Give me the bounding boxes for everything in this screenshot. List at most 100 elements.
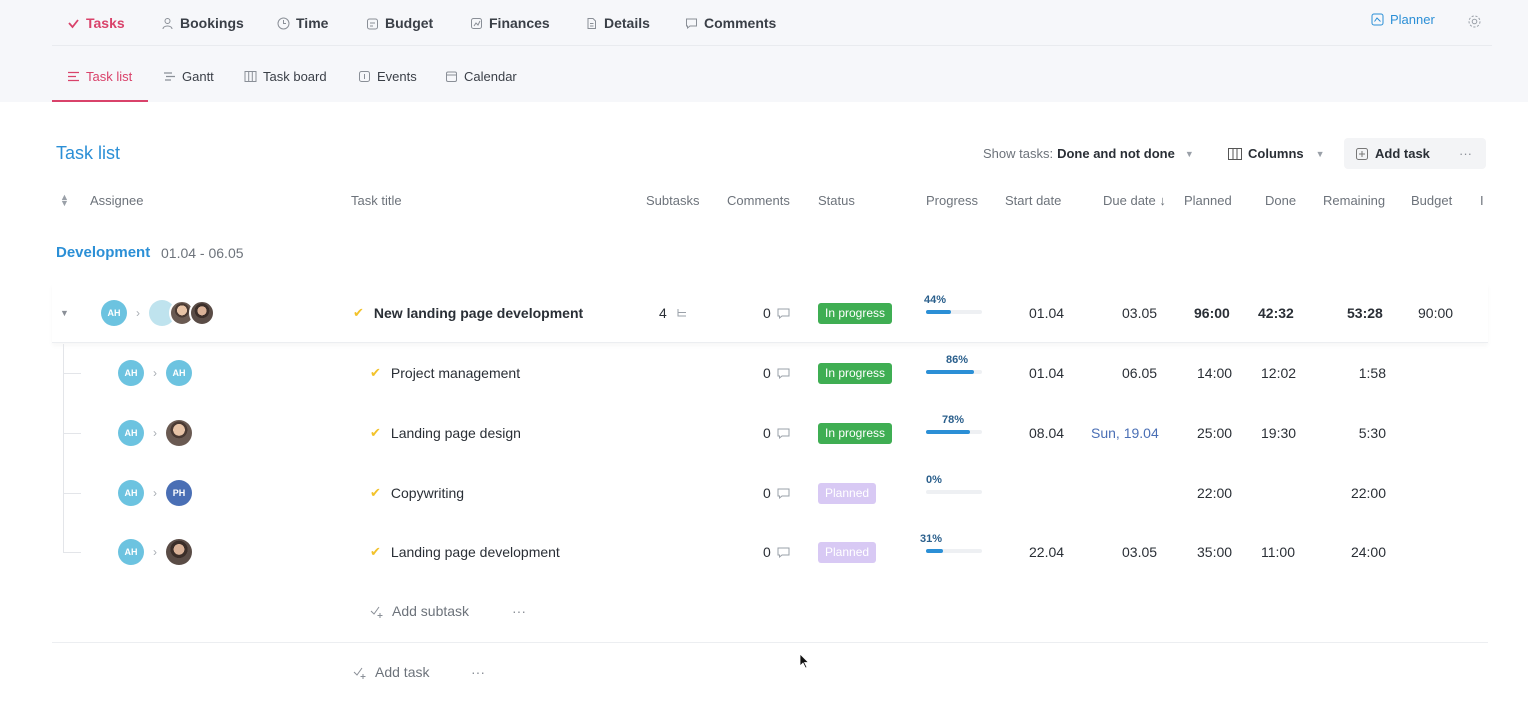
col-status[interactable]: Status — [818, 193, 855, 208]
more-options-icon[interactable]: ··· — [512, 603, 526, 619]
task-title[interactable]: Landing page design — [391, 425, 521, 441]
subtask-row[interactable]: AH › ✔ Landing page design 0 In progress… — [52, 403, 1488, 463]
title-cell[interactable]: ✔ Project management — [370, 343, 520, 403]
status-cell[interactable]: In progress — [818, 283, 893, 343]
remaining-cell[interactable]: 53:28 — [1347, 283, 1383, 343]
assignee-cell[interactable]: AH › — [118, 403, 192, 463]
title-cell[interactable]: ✔ Copywriting — [370, 463, 464, 523]
planned-cell[interactable]: 22:00 — [1197, 463, 1232, 523]
check-icon[interactable]: ✔ — [370, 544, 381, 560]
nav-finances[interactable]: Finances — [470, 12, 550, 34]
more-options-icon[interactable]: ··· — [471, 664, 485, 680]
tab-events[interactable]: Events — [358, 66, 417, 86]
start-date-cell[interactable]: 01.04 — [1029, 343, 1064, 403]
sort-icon[interactable]: ▲ ▼ — [60, 193, 69, 208]
done-cell[interactable]: 19:30 — [1261, 403, 1296, 463]
status-cell[interactable]: Planned — [818, 522, 877, 582]
start-date-cell[interactable]: 22.04 — [1029, 522, 1064, 582]
planned-cell[interactable]: 14:00 — [1197, 343, 1232, 403]
col-progress[interactable]: Progress — [926, 193, 978, 208]
nav-details[interactable]: Details — [585, 12, 650, 34]
nav-time[interactable]: Time — [277, 12, 328, 34]
col-remaining[interactable]: Remaining — [1323, 193, 1385, 208]
subtasks-cell[interactable]: 4 — [659, 283, 688, 343]
budget-cell[interactable]: 90:00 — [1418, 283, 1453, 343]
col-start-date[interactable]: Start date — [1005, 193, 1061, 208]
status-badge[interactable]: In progress — [818, 302, 893, 324]
due-date-cell[interactable]: 06.05 — [1122, 343, 1157, 403]
comments-cell[interactable]: 0 — [763, 463, 790, 523]
comments-cell[interactable]: 0 — [763, 283, 790, 343]
tab-calendar[interactable]: Calendar — [445, 66, 517, 86]
subtask-row[interactable]: AH › PH ✔ Copywriting 0 Planned 0% 22:00 — [52, 463, 1488, 523]
remaining-cell[interactable]: 5:30 — [1359, 403, 1386, 463]
assignee-cell[interactable]: AH › — [101, 283, 215, 343]
done-cell[interactable]: 12:02 — [1261, 343, 1296, 403]
assignee-cell[interactable]: AH › PH — [118, 463, 192, 523]
planned-cell[interactable]: 35:00 — [1197, 522, 1232, 582]
remaining-cell[interactable]: 24:00 — [1351, 522, 1386, 582]
planned-cell[interactable]: 96:00 — [1194, 283, 1230, 343]
status-badge[interactable]: In progress — [818, 422, 893, 444]
done-cell[interactable]: 11:00 — [1261, 522, 1295, 582]
col-assignee[interactable]: Assignee — [90, 193, 143, 208]
task-title[interactable]: New landing page development — [374, 305, 583, 321]
gear-icon[interactable] — [1467, 14, 1482, 29]
more-options-icon[interactable]: ··· — [1459, 146, 1472, 161]
col-more[interactable]: I — [1480, 193, 1484, 208]
subtask-row[interactable]: AH › ✔ Landing page development 0 Planne… — [52, 522, 1488, 582]
task-title[interactable]: Copywriting — [391, 485, 464, 501]
task-title[interactable]: Landing page development — [391, 544, 560, 560]
nav-comments[interactable]: Comments — [685, 12, 776, 34]
add-subtask-button[interactable]: Add subtask — [370, 603, 469, 619]
col-due-date[interactable]: Due date ↓ — [1103, 193, 1166, 208]
col-done[interactable]: Done — [1265, 193, 1296, 208]
status-badge[interactable]: Planned — [818, 541, 877, 563]
nav-budget[interactable]: Budget — [366, 12, 433, 34]
task-row[interactable]: ▼ AH › ✔ New landing page development 4 … — [52, 283, 1488, 343]
remaining-cell[interactable]: 22:00 — [1351, 463, 1386, 523]
col-planned[interactable]: Planned — [1184, 193, 1232, 208]
comments-cell[interactable]: 0 — [763, 403, 790, 463]
nav-bookings[interactable]: Bookings — [161, 12, 244, 34]
nav-tasks[interactable]: Tasks — [67, 12, 125, 34]
assignee-cell[interactable]: AH › AH — [118, 343, 192, 403]
columns-button[interactable]: Columns ▼ — [1228, 146, 1325, 161]
add-task-row-button[interactable]: Add task — [353, 664, 429, 680]
comments-cell[interactable]: 0 — [763, 522, 790, 582]
due-date-cell[interactable]: 03.05 — [1122, 283, 1157, 343]
title-cell[interactable]: ✔ Landing page design — [370, 403, 521, 463]
check-icon[interactable]: ✔ — [370, 365, 381, 381]
start-date-cell[interactable]: 08.04 — [1029, 403, 1064, 463]
due-date-cell[interactable]: 03.05 — [1122, 522, 1157, 582]
status-cell[interactable]: Planned — [818, 463, 877, 523]
collapse-toggle[interactable]: ▼ — [60, 283, 69, 343]
tab-task-list[interactable]: Task list — [67, 66, 132, 86]
group-title[interactable]: Development — [56, 244, 150, 261]
col-task-title[interactable]: Task title — [351, 193, 402, 208]
status-cell[interactable]: In progress — [818, 343, 893, 403]
subtask-row[interactable]: AH › AH ✔ Project management 0 In progre… — [52, 343, 1488, 403]
due-date-cell[interactable]: Sun, 19.04 — [1091, 403, 1159, 463]
remaining-cell[interactable]: 1:58 — [1359, 343, 1386, 403]
col-subtasks[interactable]: Subtasks — [646, 193, 699, 208]
title-cell[interactable]: ✔ New landing page development — [353, 283, 583, 343]
start-date-cell[interactable]: 01.04 — [1029, 283, 1064, 343]
done-cell[interactable]: 42:32 — [1258, 283, 1294, 343]
show-tasks-filter[interactable]: Show tasks: Done and not done ▼ — [983, 146, 1194, 161]
check-icon[interactable]: ✔ — [370, 485, 381, 501]
assignee-cell[interactable]: AH › — [118, 522, 192, 582]
planned-cell[interactable]: 25:00 — [1197, 403, 1232, 463]
status-badge[interactable]: Planned — [818, 482, 877, 504]
col-budget[interactable]: Budget — [1411, 193, 1452, 208]
status-badge[interactable]: In progress — [818, 362, 893, 384]
tab-task-board[interactable]: Task board — [244, 66, 327, 86]
check-icon[interactable]: ✔ — [353, 305, 364, 321]
tab-gantt[interactable]: Gantt — [163, 66, 214, 86]
add-task-button[interactable]: Add task ··· — [1344, 138, 1486, 169]
col-comments[interactable]: Comments — [727, 193, 790, 208]
status-cell[interactable]: In progress — [818, 403, 893, 463]
planner-button[interactable]: Planner — [1371, 12, 1435, 27]
comments-cell[interactable]: 0 — [763, 343, 790, 403]
task-title[interactable]: Project management — [391, 365, 520, 381]
